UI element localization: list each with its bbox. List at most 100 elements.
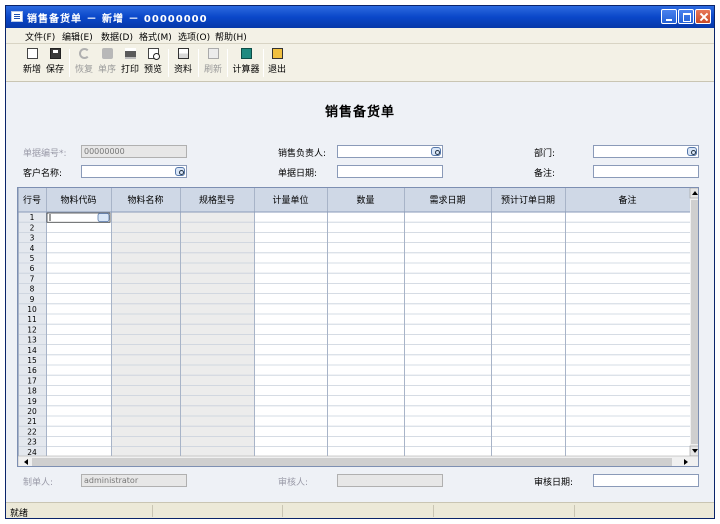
- form-area: 销售备货单 单据编号*: 00000000 销售负责人: 部门: 客户名称: 单…: [6, 83, 714, 503]
- refresh-button[interactable]: 刷新: [201, 48, 225, 80]
- grid-canvas[interactable]: 行号 物料代码 物料名称 规格型号 计量单位 数量 需求日期 预计订单日期 备注12345678…: [18, 188, 699, 467]
- row-number: 20: [27, 407, 37, 416]
- row-number: 13: [27, 336, 37, 345]
- status-panel: [152, 505, 153, 517]
- row-number: 12: [27, 325, 37, 334]
- sort-button[interactable]: 单序: [95, 48, 119, 80]
- row-number: 10: [27, 305, 37, 314]
- row-number: 6: [30, 264, 35, 273]
- menu-data[interactable]: 数据(D): [101, 30, 133, 43]
- lookup-icon[interactable]: [431, 147, 441, 156]
- lookup-icon[interactable]: [175, 167, 185, 176]
- restore-window-button[interactable]: [678, 9, 694, 24]
- menu-options[interactable]: 选项(O): [178, 30, 210, 43]
- grid-header-bg: [18, 188, 690, 212]
- row-number: 24: [27, 448, 37, 457]
- title-bar[interactable]: 销售备货单 － 新增 － 00000000: [6, 6, 714, 28]
- lookup-icon[interactable]: [687, 147, 697, 156]
- data-button[interactable]: 资料: [171, 48, 195, 80]
- close-button[interactable]: [695, 9, 711, 24]
- document-app-icon: [11, 11, 23, 22]
- status-text: 就绪: [10, 509, 29, 519]
- sales-rep-label: 销售负责人:: [278, 149, 327, 159]
- scroll-thumb[interactable]: [691, 200, 699, 444]
- auditor-label: 审核人:: [278, 478, 309, 488]
- minimize-button[interactable]: [661, 9, 677, 24]
- row-number: 17: [27, 376, 37, 385]
- row-number: 5: [30, 254, 35, 263]
- restore-button[interactable]: 恢复: [72, 48, 96, 80]
- auditor-field: [337, 474, 443, 487]
- save-button[interactable]: 保存: [43, 48, 67, 80]
- dept-field[interactable]: [593, 145, 699, 158]
- row-number: 1: [30, 213, 35, 222]
- column-header[interactable]: 规格型号: [199, 194, 235, 206]
- window-title: 销售备货单 － 新增 － 00000000: [27, 14, 208, 25]
- toolbar-separator: [263, 49, 264, 77]
- row-number: 2: [30, 223, 35, 232]
- refresh-icon: [207, 48, 219, 59]
- detail-grid[interactable]: 行号 物料代码 物料名称 规格型号 计量单位 数量 需求日期 预计订单日期 备注 1 2 3 4 5 6 7 8…: [17, 187, 699, 467]
- toolbar-separator: [198, 49, 199, 77]
- menu-edit[interactable]: 编辑(E): [62, 30, 93, 43]
- sales-rep-field[interactable]: [337, 145, 443, 158]
- doc-date-label: 单据日期:: [278, 169, 318, 179]
- horizontal-scroll-thumb[interactable]: [32, 458, 672, 466]
- row-number: 3: [30, 234, 35, 243]
- column-header[interactable]: 计量单位: [272, 194, 308, 206]
- lookup-icon[interactable]: [97, 213, 110, 222]
- row-number: 23: [27, 438, 37, 447]
- dept-label: 部门:: [534, 149, 556, 159]
- print-preview-icon: [147, 48, 160, 60]
- sort-icon: [101, 48, 113, 59]
- row-number: 16: [27, 366, 37, 375]
- maker-label: 制单人:: [23, 478, 54, 488]
- row-number: 18: [27, 387, 37, 396]
- maker-field: administrator: [81, 474, 187, 487]
- status-panel: [574, 505, 575, 517]
- toolbar: 新增 保存 恢复 单序 打印 预览 资料 刷新 计算器 退出: [6, 44, 714, 82]
- print-button[interactable]: 打印: [118, 48, 142, 80]
- audit-date-field[interactable]: [593, 474, 699, 487]
- column-header[interactable]: 物料代码: [60, 194, 96, 206]
- row-number: 14: [27, 346, 37, 355]
- toolbar-separator: [168, 49, 169, 77]
- row-number: 9: [30, 295, 35, 304]
- exit-button[interactable]: 退出: [265, 48, 289, 80]
- row-number: 19: [27, 397, 37, 406]
- row-number: 11: [27, 315, 37, 324]
- menu-bar: 文件(F) 编辑(E) 数据(D) 格式(M) 选项(O) 帮助(H): [6, 28, 714, 44]
- floppy-disk-icon: [49, 48, 61, 59]
- new-document-icon: [26, 48, 38, 59]
- column-header[interactable]: 预计订单日期: [501, 194, 555, 206]
- row-number: 22: [27, 427, 37, 436]
- remark-field[interactable]: [593, 165, 699, 178]
- row-number: 8: [30, 285, 35, 294]
- toolbar-separator: [69, 49, 70, 77]
- column-header[interactable]: 物料名称: [127, 194, 163, 206]
- customer-field[interactable]: [81, 165, 187, 178]
- column-header[interactable]: 行号: [23, 194, 41, 206]
- data-lookup-icon: [177, 48, 189, 59]
- exit-door-icon: [271, 48, 283, 59]
- status-panel: [282, 505, 283, 517]
- column-header[interactable]: 备注: [618, 194, 636, 206]
- preview-button[interactable]: 预览: [141, 48, 165, 80]
- menu-file[interactable]: 文件(F): [25, 30, 55, 43]
- row-number: 15: [27, 356, 37, 365]
- calculator-button[interactable]: 计算器: [232, 48, 260, 80]
- app-window: 销售备货单 － 新增 － 00000000 文件(F) 编辑(E) 数据(D) …: [5, 5, 715, 519]
- doc-no-field: 00000000: [81, 145, 187, 158]
- column-header[interactable]: 数量: [356, 194, 374, 206]
- status-panel: [433, 505, 434, 517]
- calculator-icon: [240, 48, 252, 59]
- status-bar: 就绪: [6, 502, 714, 518]
- page-title: 销售备货单: [324, 105, 395, 120]
- new-button[interactable]: 新增: [20, 48, 44, 80]
- customer-label: 客户名称:: [23, 169, 63, 179]
- row-number: 21: [27, 417, 37, 426]
- column-header[interactable]: 需求日期: [429, 194, 465, 206]
- menu-format[interactable]: 格式(M): [139, 30, 172, 43]
- menu-help[interactable]: 帮助(H): [215, 30, 247, 43]
- doc-date-field[interactable]: [337, 165, 443, 178]
